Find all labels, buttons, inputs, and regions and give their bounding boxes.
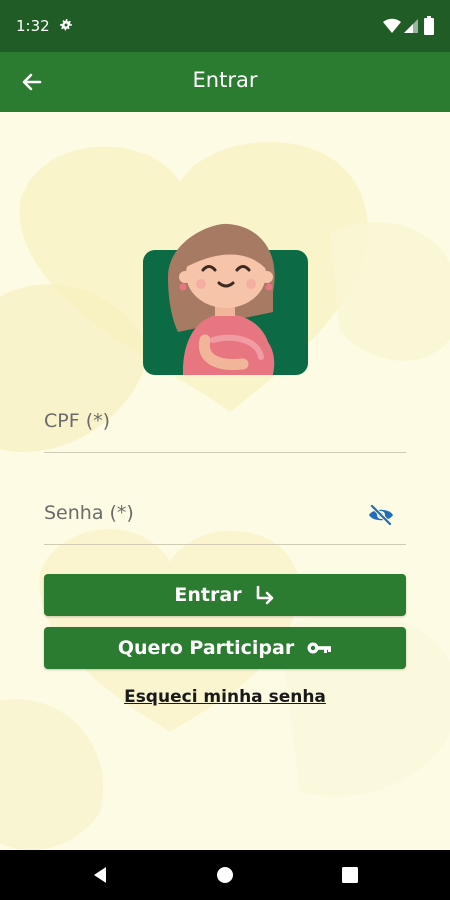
password-field[interactable]: Senha (*) (44, 484, 406, 545)
page-title: Entrar (192, 68, 258, 92)
participate-button-label: Quero Participar (117, 637, 295, 659)
pregnant-woman-illustration (143, 223, 308, 375)
status-bar: 1:32 (0, 0, 450, 52)
cpf-field[interactable]: CPF (*) (44, 392, 406, 453)
login-button[interactable]: Entrar (44, 574, 406, 616)
login-content: CPF (*) Senha (*) Entrar Quero Participa… (0, 112, 450, 850)
participate-button[interactable]: Quero Participar (44, 627, 406, 669)
system-nav-bar (0, 850, 450, 900)
signal-icon (404, 19, 418, 33)
home-circle-icon[interactable] (215, 865, 235, 885)
gear-icon (60, 19, 72, 31)
login-button-label: Entrar (174, 584, 242, 606)
password-label: Senha (*) (44, 502, 134, 524)
eye-off-icon[interactable] (368, 504, 394, 526)
key-icon (307, 642, 332, 654)
battery-icon (424, 16, 434, 35)
forgot-password-link[interactable]: Esqueci minha senha (0, 687, 450, 707)
wifi-icon (383, 18, 401, 33)
back-triangle-icon[interactable] (90, 865, 110, 885)
arrow-enter-icon (256, 585, 273, 605)
status-time: 1:32 (16, 17, 50, 35)
app-bar: Entrar (0, 52, 450, 112)
cpf-label: CPF (*) (44, 410, 111, 432)
recents-square-icon[interactable] (340, 865, 360, 885)
